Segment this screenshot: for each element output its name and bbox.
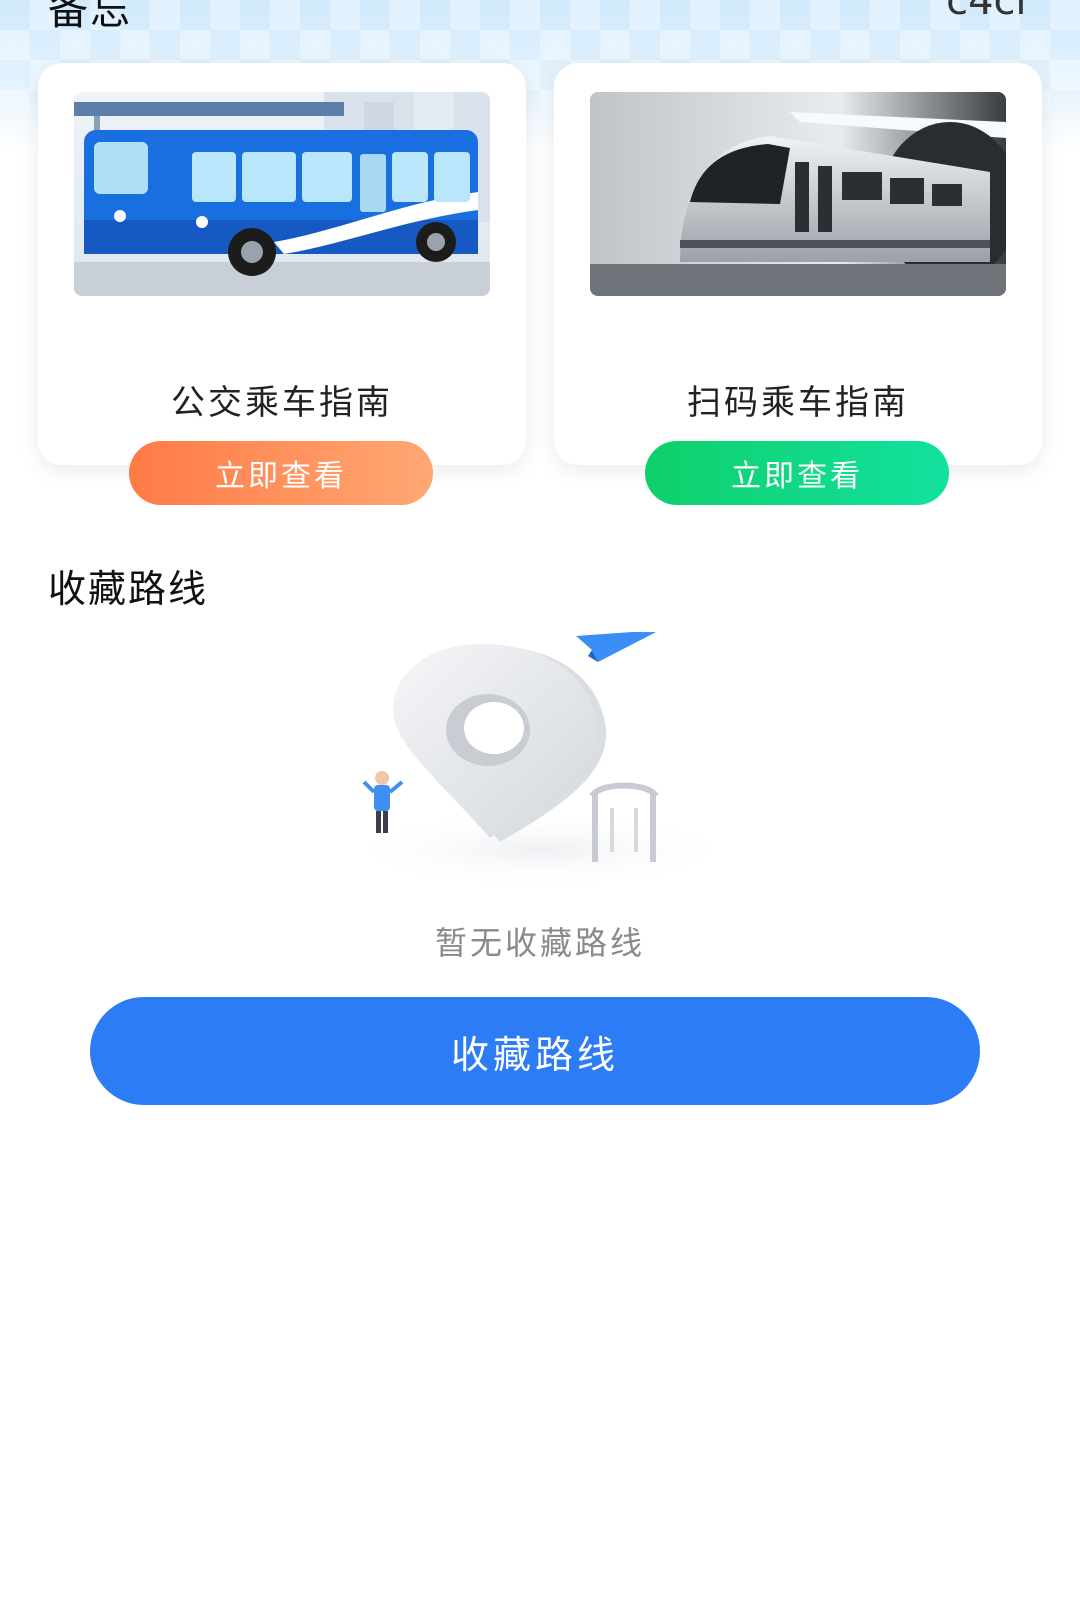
scan-guide-view-button[interactable]: 立即查看 (645, 441, 949, 505)
bus-guide-title: 公交乘车指南 (171, 383, 393, 423)
bus-guide-card[interactable]: 公交乘车指南 立即查看 (38, 63, 526, 505)
empty-state-text: 暂无收藏路线 (434, 924, 645, 962)
empty-location-illustration (330, 630, 750, 902)
header-right-text: c4cr (946, 0, 1032, 24)
bus-guide-view-button[interactable]: 立即查看 (129, 441, 433, 505)
train-image (590, 92, 1006, 296)
scan-guide-title: 扫码乘车指南 (687, 383, 909, 423)
favorite-routes-title: 收藏路线 (48, 567, 209, 611)
header-title: 备忘 (48, 0, 132, 34)
bus-image (74, 92, 490, 296)
add-favorite-route-button[interactable]: 收藏路线 (90, 997, 980, 1105)
scan-guide-card[interactable]: 扫码乘车指南 立即查看 (554, 63, 1042, 505)
